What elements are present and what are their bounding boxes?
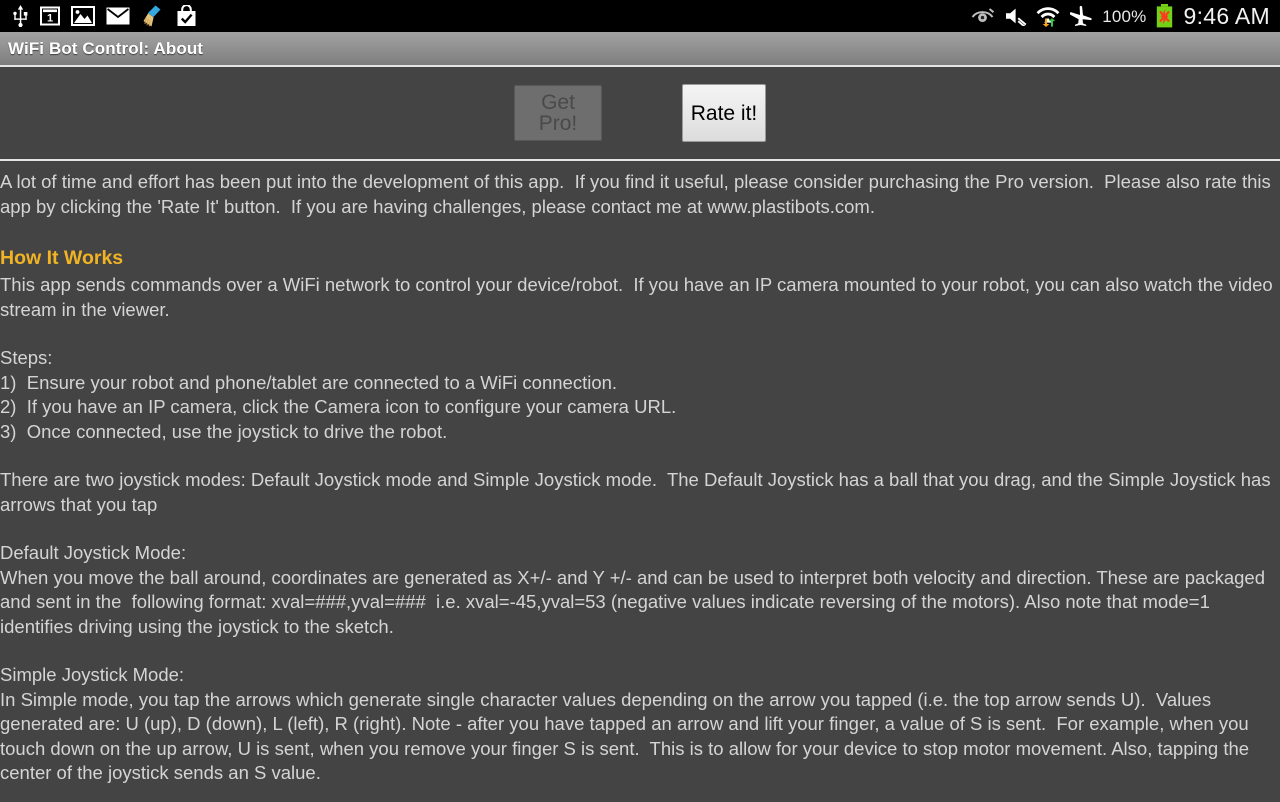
app-title-bar: WiFi Bot Control: About (0, 32, 1280, 65)
get-pro-button[interactable]: Get Pro! (514, 85, 602, 141)
joystick-modes-paragraph: There are two joystick modes: Default Jo… (0, 468, 1280, 517)
airplane-mode-icon (1069, 5, 1093, 27)
simple-joystick-mode-paragraph: In Simple mode, you tap the arrows which… (0, 688, 1280, 786)
intro-paragraph: A lot of time and effort has been put in… (0, 170, 1280, 219)
step-item: 1) Ensure your robot and phone/tablet ar… (0, 371, 1280, 396)
shopping-bag-check-icon (176, 5, 197, 27)
default-joystick-mode-title: Default Joystick Mode: (0, 541, 1280, 566)
about-content-scroll[interactable]: A lot of time and effort has been put in… (0, 161, 1280, 802)
calendar-event-icon: 1 (40, 6, 60, 26)
status-bar-system-icons: 100% 9:46 AM (971, 4, 1270, 28)
spacer (0, 517, 1280, 541)
steps-label: Steps: (0, 346, 1280, 371)
battery-percent-label: 100% (1102, 8, 1146, 25)
android-status-bar[interactable]: 1 (0, 0, 1280, 32)
rate-it-button[interactable]: Rate it! (682, 84, 766, 142)
step-item: 3) Once connected, use the joystick to d… (0, 420, 1280, 445)
status-bar-notification-icons: 1 (12, 5, 197, 27)
spacer (0, 639, 1280, 663)
action-button-bar: Get Pro! Rate it! (0, 67, 1280, 159)
gallery-image-icon (71, 6, 95, 26)
status-bar-clock: 9:46 AM (1182, 5, 1271, 28)
battery-charging-error-icon (1156, 4, 1173, 28)
simple-joystick-mode-title: Simple Joystick Mode: (0, 663, 1280, 688)
wifi-transfer-icon (1036, 5, 1060, 27)
how-it-works-paragraph: This app sends commands over a WiFi netw… (0, 273, 1280, 322)
clean-master-broom-icon (141, 5, 165, 27)
usb-icon (12, 5, 29, 27)
spacer (0, 444, 1280, 468)
volume-muted-icon (1004, 6, 1027, 26)
default-joystick-mode-paragraph: When you move the ball around, coordinat… (0, 566, 1280, 640)
svg-text:1: 1 (47, 13, 53, 25)
spacer (0, 322, 1280, 346)
email-icon (106, 7, 130, 25)
page-title: WiFi Bot Control: About (8, 39, 203, 59)
how-it-works-heading: How It Works (0, 219, 1280, 273)
eye-icon (971, 8, 995, 24)
step-item: 2) If you have an IP camera, click the C… (0, 395, 1280, 420)
